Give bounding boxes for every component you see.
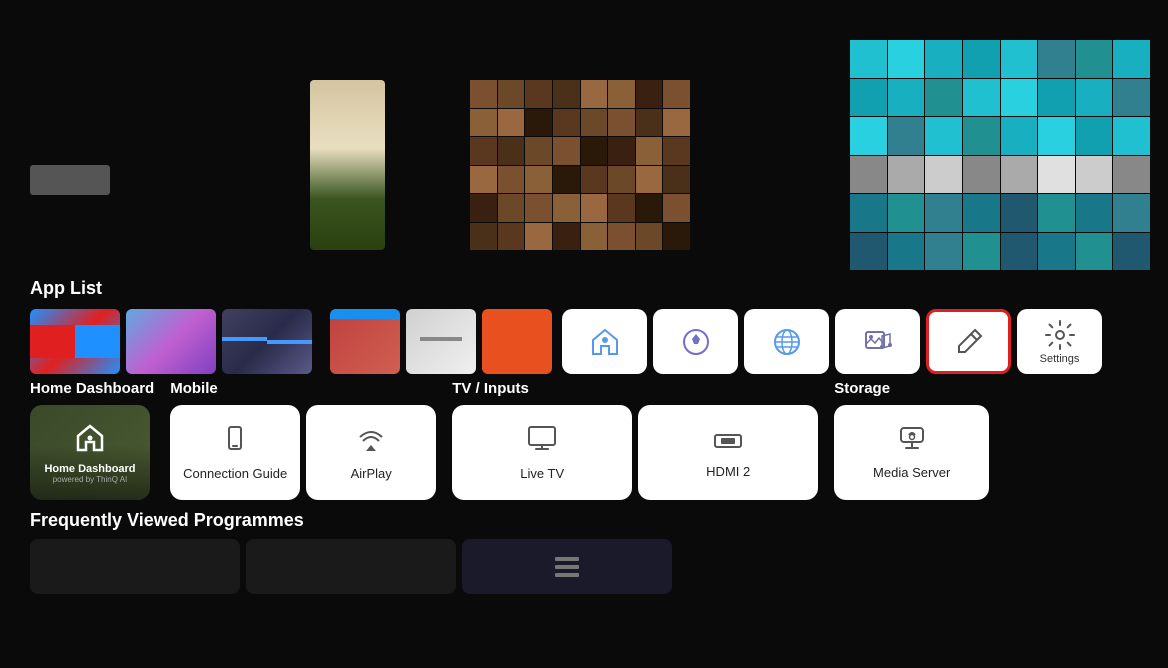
- media-server-icon: [897, 426, 927, 459]
- media-server-tile[interactable]: Media Server: [834, 405, 989, 500]
- freq-thumb-2[interactable]: [246, 539, 456, 594]
- thumbnail-brown: [470, 80, 690, 250]
- thumbnail-cream: [310, 80, 385, 250]
- tv-inputs-label: TV / Inputs: [452, 380, 818, 397]
- tv-icon: [527, 425, 557, 460]
- hdmi-icon: [713, 427, 743, 458]
- live-tv-tile[interactable]: Live TV: [452, 405, 632, 500]
- app-thumb-3[interactable]: [222, 309, 312, 374]
- hdmi2-label: HDMI 2: [706, 464, 750, 479]
- mobile-label: Mobile: [170, 380, 436, 397]
- globe-icon-tile[interactable]: [744, 309, 829, 374]
- settings-tile-label: Settings: [1040, 353, 1080, 365]
- app-thumb-2[interactable]: [126, 309, 216, 374]
- main-content: App List: [0, 278, 1168, 668]
- media-server-label: Media Server: [873, 465, 950, 480]
- live-tv-label: Live TV: [520, 466, 564, 481]
- hdmi2-tile[interactable]: HDMI 2: [638, 405, 818, 500]
- home-dashboard-items: Home Dashboard powered by ThinQ AI: [30, 405, 154, 500]
- airplay-tile[interactable]: AirPlay: [306, 405, 436, 500]
- frequently-viewed-label: Frequently Viewed Programmes: [30, 510, 1138, 531]
- app-list-label: App List: [30, 278, 1138, 299]
- mobile-icon: [221, 425, 249, 460]
- tv-inputs-group: TV / Inputs Live TV: [452, 380, 818, 500]
- storage-group: Storage Media Server: [834, 380, 989, 500]
- small-gray-placeholder: [30, 165, 110, 195]
- home-dashboard-tile[interactable]: Home Dashboard powered by ThinQ AI: [30, 405, 150, 500]
- freq-thumb-1[interactable]: [30, 539, 240, 594]
- app-list-row: Settings: [30, 309, 1138, 374]
- connection-guide-tile[interactable]: Connection Guide: [170, 405, 300, 500]
- soccer-icon-tile[interactable]: [653, 309, 738, 374]
- home-icon-tile[interactable]: [562, 309, 647, 374]
- edit-icon-tile[interactable]: [926, 309, 1011, 374]
- sections-row: Home Dashboard Home Dashboard powered by…: [30, 380, 1138, 500]
- airplay-label: AirPlay: [351, 466, 392, 481]
- frequently-viewed-row: [30, 539, 1138, 594]
- photo-music-icon-tile[interactable]: [835, 309, 920, 374]
- home-dashboard-label: Home Dashboard: [30, 380, 154, 397]
- settings-icon-tile[interactable]: Settings: [1017, 309, 1102, 374]
- app-thumb-1[interactable]: [30, 309, 120, 374]
- app-thumb-4[interactable]: [330, 309, 400, 374]
- storage-label: Storage: [834, 380, 989, 397]
- home-dashboard-tile-sublabel: powered by ThinQ AI: [53, 475, 128, 484]
- home-dashboard-tile-label: Home Dashboard: [44, 463, 135, 475]
- freq-thumb-3[interactable]: [462, 539, 672, 594]
- connection-guide-label: Connection Guide: [183, 466, 287, 481]
- airplay-icon: [357, 425, 385, 460]
- mobile-items: Connection Guide AirPlay: [170, 405, 436, 500]
- thumbnail-teal: [850, 40, 1150, 270]
- app-thumb-6[interactable]: [482, 309, 552, 374]
- tv-inputs-items: Live TV HDMI 2: [452, 405, 818, 500]
- home-dashboard-group: Home Dashboard Home Dashboard powered by…: [30, 380, 154, 500]
- storage-items: Media Server: [834, 405, 989, 500]
- mobile-group: Mobile Connection Guide: [170, 380, 436, 500]
- app-thumb-5[interactable]: [406, 309, 476, 374]
